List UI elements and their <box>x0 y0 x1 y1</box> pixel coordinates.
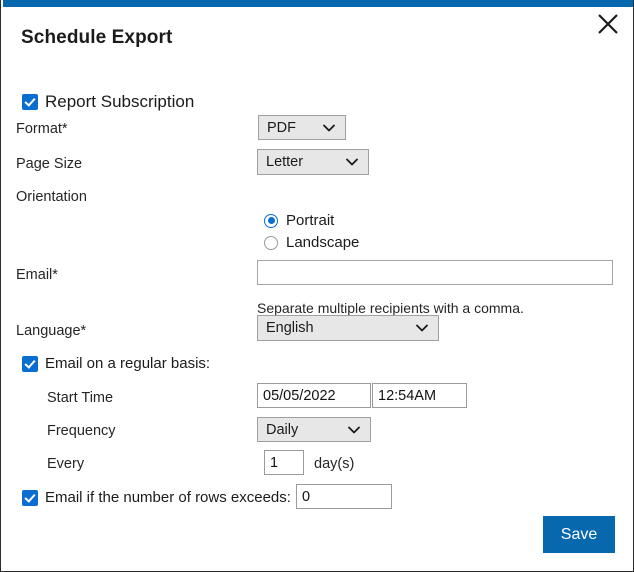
page-size-label: Page Size <box>16 156 83 172</box>
page-size-select-value: Letter <box>266 154 304 170</box>
language-label: Language* <box>16 323 87 339</box>
every-input[interactable] <box>264 450 304 475</box>
orientation-landscape-label: Landscape <box>286 234 360 251</box>
email-hint: Separate multiple recipients with a comm… <box>257 300 524 316</box>
orientation-radio-landscape[interactable]: Landscape <box>264 234 359 251</box>
email-input[interactable] <box>257 260 613 285</box>
orientation-radio-portrait[interactable]: Portrait <box>264 212 334 229</box>
start-date-input[interactable] <box>257 383 371 408</box>
frequency-select[interactable]: Daily <box>257 417 371 442</box>
language-select-value: English <box>266 320 314 336</box>
email-regular-basis-label: Email on a regular basis: <box>45 355 211 372</box>
radio-selected-icon <box>264 213 278 228</box>
orientation-portrait-label: Portrait <box>286 212 335 229</box>
rows-exceed-checkbox[interactable]: Email if the number of rows exceeds: <box>22 489 291 506</box>
language-select[interactable]: English <box>257 315 439 341</box>
start-time-label: Start Time <box>47 390 114 406</box>
rows-exceed-label: Email if the number of rows exceeds: <box>45 489 291 506</box>
format-select-value: PDF <box>267 119 296 136</box>
format-select[interactable]: PDF <box>258 115 346 140</box>
schedule-export-form: Report Subscription Format* PDF Page Siz… <box>1 0 633 571</box>
checkbox-mark-icon <box>22 489 38 506</box>
email-label: Email* <box>16 267 58 283</box>
chevron-down-icon <box>346 158 368 166</box>
radio-unselected-icon <box>264 235 278 250</box>
save-button[interactable]: Save <box>543 516 615 553</box>
every-unit-label: day(s) <box>314 456 355 472</box>
schedule-export-dialog: Schedule Export Report Subscription Form… <box>0 0 634 572</box>
chevron-down-icon <box>416 324 438 332</box>
start-time-input[interactable] <box>372 383 467 408</box>
frequency-select-value: Daily <box>266 421 299 438</box>
chevron-down-icon <box>323 124 345 132</box>
report-subscription-label: Report Subscription <box>45 92 195 111</box>
email-regular-basis-checkbox[interactable]: Email on a regular basis: <box>22 355 210 372</box>
format-label: Format* <box>16 121 68 137</box>
checkbox-mark-icon <box>22 94 38 110</box>
chevron-down-icon <box>348 426 370 434</box>
checkbox-mark-icon <box>22 355 38 372</box>
orientation-label: Orientation <box>16 189 87 205</box>
page-size-select[interactable]: Letter <box>257 149 369 175</box>
frequency-label: Frequency <box>47 423 116 439</box>
report-subscription-checkbox[interactable]: Report Subscription <box>22 92 194 112</box>
rows-exceed-input[interactable] <box>296 484 392 509</box>
every-label: Every <box>47 456 85 472</box>
